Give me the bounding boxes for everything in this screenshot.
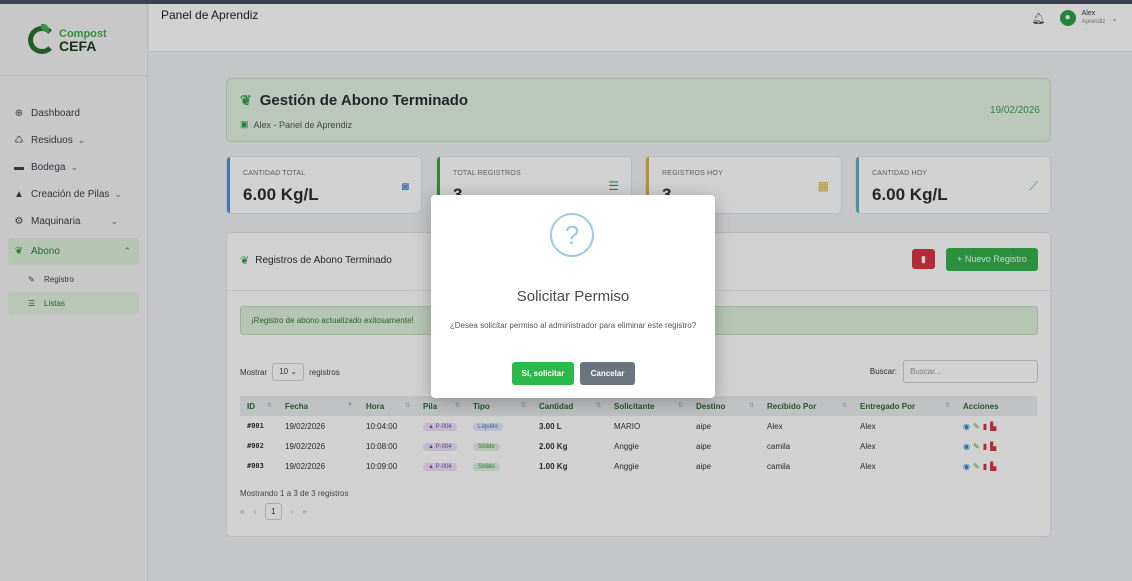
question-icon: ?: [550, 213, 594, 257]
dialog-title: Solicitar Permiso: [516, 288, 630, 305]
dialog-message: ¿Desea solicitar permiso al administrado…: [449, 321, 697, 330]
confirm-request-button[interactable]: Sí, solicitar: [512, 362, 574, 385]
cancel-button[interactable]: Cancelar: [580, 362, 635, 385]
permission-dialog: ? Solicitar Permiso ¿Desea solicitar per…: [431, 195, 715, 398]
